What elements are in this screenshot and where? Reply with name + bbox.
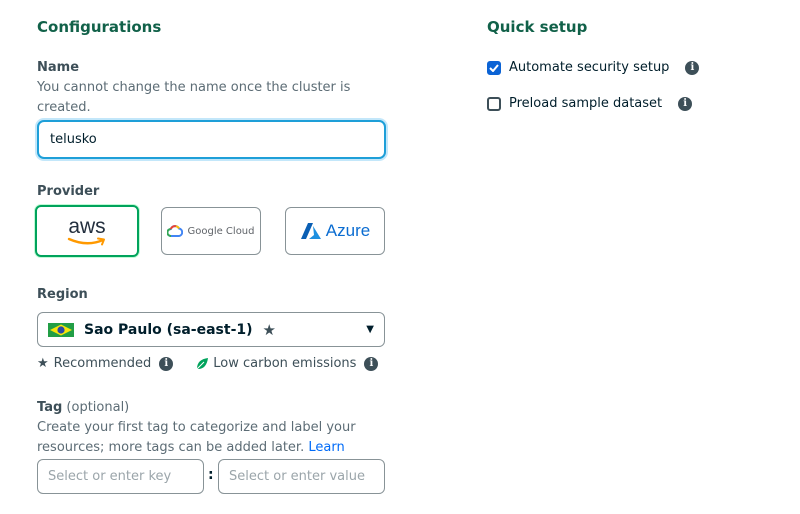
provider-azure-button[interactable]: Azure: [285, 207, 385, 255]
provider-google-cloud-button[interactable]: Google Cloud: [161, 207, 261, 255]
star-icon: ★: [37, 356, 49, 371]
preload-sample-checkbox[interactable]: [487, 96, 501, 111]
preload-sample-label: Preload sample dataset: [509, 96, 663, 111]
name-label: Name: [37, 60, 80, 75]
info-icon[interactable]: i: [678, 96, 693, 111]
tag-key-input[interactable]: Select or enter key: [37, 459, 204, 494]
brazil-flag-icon: [48, 322, 74, 337]
automate-security-label: Automate security setup: [509, 60, 670, 75]
cluster-name-value: telusko: [50, 132, 97, 147]
provider-aws-button[interactable]: aws: [35, 205, 139, 257]
tag-value-input[interactable]: Select or enter value: [218, 459, 385, 494]
automate-security-option[interactable]: Automate security setup i: [487, 60, 700, 75]
tag-optional-text: (optional): [66, 400, 130, 415]
low-carbon-label: Low carbon emissions: [213, 356, 357, 371]
configurations-title: Configurations: [37, 18, 162, 36]
star-icon: ★: [262, 320, 276, 339]
automate-security-checkbox[interactable]: [487, 60, 501, 75]
leaf-icon: [196, 357, 209, 369]
tag-separator: :: [208, 467, 214, 483]
provider-label: Provider: [37, 184, 100, 199]
cluster-name-input[interactable]: telusko: [37, 120, 386, 159]
aws-logo-icon: aws: [67, 216, 107, 246]
recommended-label: Recommended: [53, 356, 152, 371]
region-label: Region: [37, 287, 88, 302]
info-icon[interactable]: i: [159, 356, 174, 371]
region-selected-value: Sao Paulo (sa-east-1): [84, 321, 253, 338]
info-icon[interactable]: i: [364, 356, 379, 371]
tag-label: Tag: [37, 400, 63, 415]
name-help-text: You cannot change the name once the clus…: [37, 80, 351, 115]
region-select[interactable]: Sao Paulo (sa-east-1) ★ ▼: [37, 312, 385, 347]
chevron-down-icon: ▼: [366, 324, 374, 335]
info-icon[interactable]: i: [685, 60, 700, 75]
check-icon: [489, 63, 499, 72]
azure-logo-icon: [300, 223, 321, 239]
preload-sample-option[interactable]: Preload sample dataset i: [487, 96, 693, 111]
quick-setup-title: Quick setup: [487, 18, 588, 36]
google-cloud-logo-icon: [167, 225, 184, 237]
